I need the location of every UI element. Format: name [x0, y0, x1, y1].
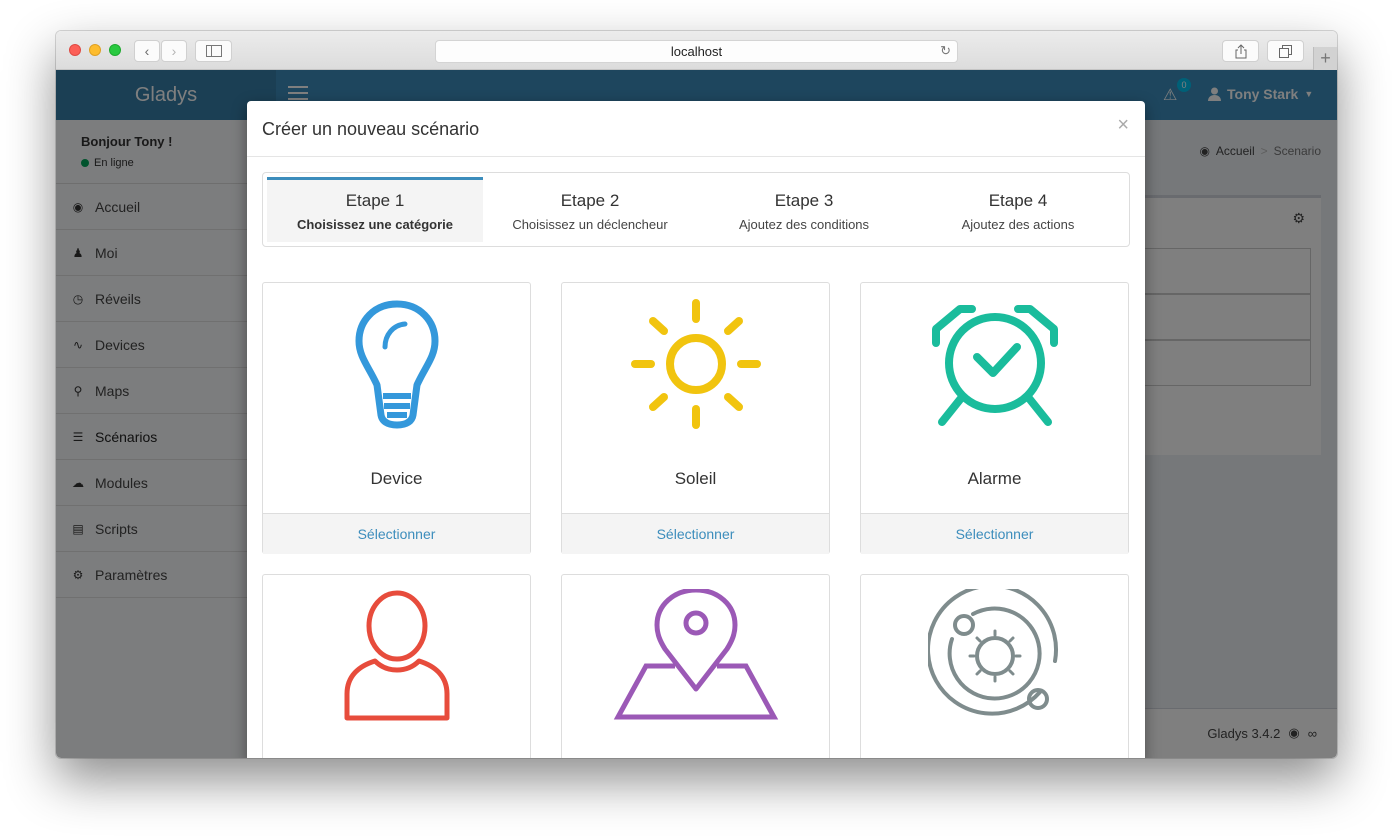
close-icon[interactable]: × [1117, 114, 1129, 137]
select-button[interactable]: Sélectionner [562, 513, 829, 554]
browser-titlebar: ‹ › localhost ↻ + [56, 31, 1337, 70]
chevron-right-icon: › [171, 43, 177, 59]
lightbulb-icon [355, 300, 438, 429]
step-subtitle: Ajoutez des conditions [738, 217, 870, 232]
select-button[interactable]: Sélectionner [861, 513, 1128, 554]
sun-icon [630, 299, 761, 429]
step-3[interactable]: Etape 3 Ajoutez des conditions [697, 177, 911, 242]
step-title: Etape 2 [560, 191, 620, 210]
sidebar-toggle-button[interactable] [195, 40, 232, 62]
step-subtitle: Choisissez un déclencheur [512, 217, 668, 232]
modal-header: Créer un nouveau scénario × [247, 101, 1145, 157]
step-title: Etape 1 [345, 191, 405, 210]
map-pin-icon [613, 589, 778, 720]
step-subtitle: Ajoutez des actions [961, 217, 1075, 232]
category-label: Alarme [967, 469, 1022, 488]
forward-button[interactable]: › [161, 40, 187, 62]
category-card-map [561, 574, 830, 758]
category-card-system [860, 574, 1129, 758]
step-title: Etape 4 [988, 191, 1048, 210]
address-bar[interactable]: localhost ↻ [435, 40, 958, 63]
create-scenario-modal: Créer un nouveau scénario × Etape 1 Choi… [247, 101, 1145, 758]
select-button[interactable]: Sélectionner [263, 513, 530, 554]
category-card-alarme: Alarme Sélectionner [860, 282, 1129, 554]
reload-icon[interactable]: ↻ [940, 43, 951, 59]
chevron-left-icon: ‹ [144, 43, 150, 59]
share-icon [1235, 43, 1246, 58]
maximize-window-button[interactable] [109, 44, 121, 56]
category-label: Soleil [674, 469, 717, 488]
step-subtitle: Choisissez une catégorie [296, 217, 454, 232]
step-2[interactable]: Etape 2 Choisissez un déclencheur [483, 177, 697, 242]
wizard-steps: Etape 1 Choisissez une catégorie Etape 2… [262, 172, 1130, 247]
tabs-overview-button[interactable] [1267, 40, 1304, 62]
category-label: Device [370, 469, 423, 488]
browser-window: ‹ › localhost ↻ + Gladys ⚠ 0 Tony Stark … [56, 31, 1337, 758]
share-button[interactable] [1222, 40, 1259, 62]
category-card-device: Device Sélectionner [262, 282, 531, 554]
orbit-icon [927, 589, 1058, 716]
close-window-button[interactable] [69, 44, 81, 56]
back-button[interactable]: ‹ [134, 40, 160, 62]
step-title: Etape 3 [774, 191, 834, 210]
minimize-window-button[interactable] [89, 44, 101, 56]
category-card-user [262, 574, 531, 758]
url-text: localhost [670, 44, 723, 59]
person-icon [344, 590, 449, 721]
sidebar-icon [205, 45, 222, 57]
step-4[interactable]: Etape 4 Ajoutez des actions [911, 177, 1125, 242]
modal-title: Créer un nouveau scénario [262, 119, 480, 139]
tabs-icon [1279, 44, 1292, 58]
category-card-soleil: Soleil Sélectionner [561, 282, 830, 554]
new-tab-button[interactable]: + [1313, 47, 1337, 70]
alarm-clock-icon [931, 305, 1058, 426]
step-1[interactable]: Etape 1 Choisissez une catégorie [267, 177, 483, 242]
